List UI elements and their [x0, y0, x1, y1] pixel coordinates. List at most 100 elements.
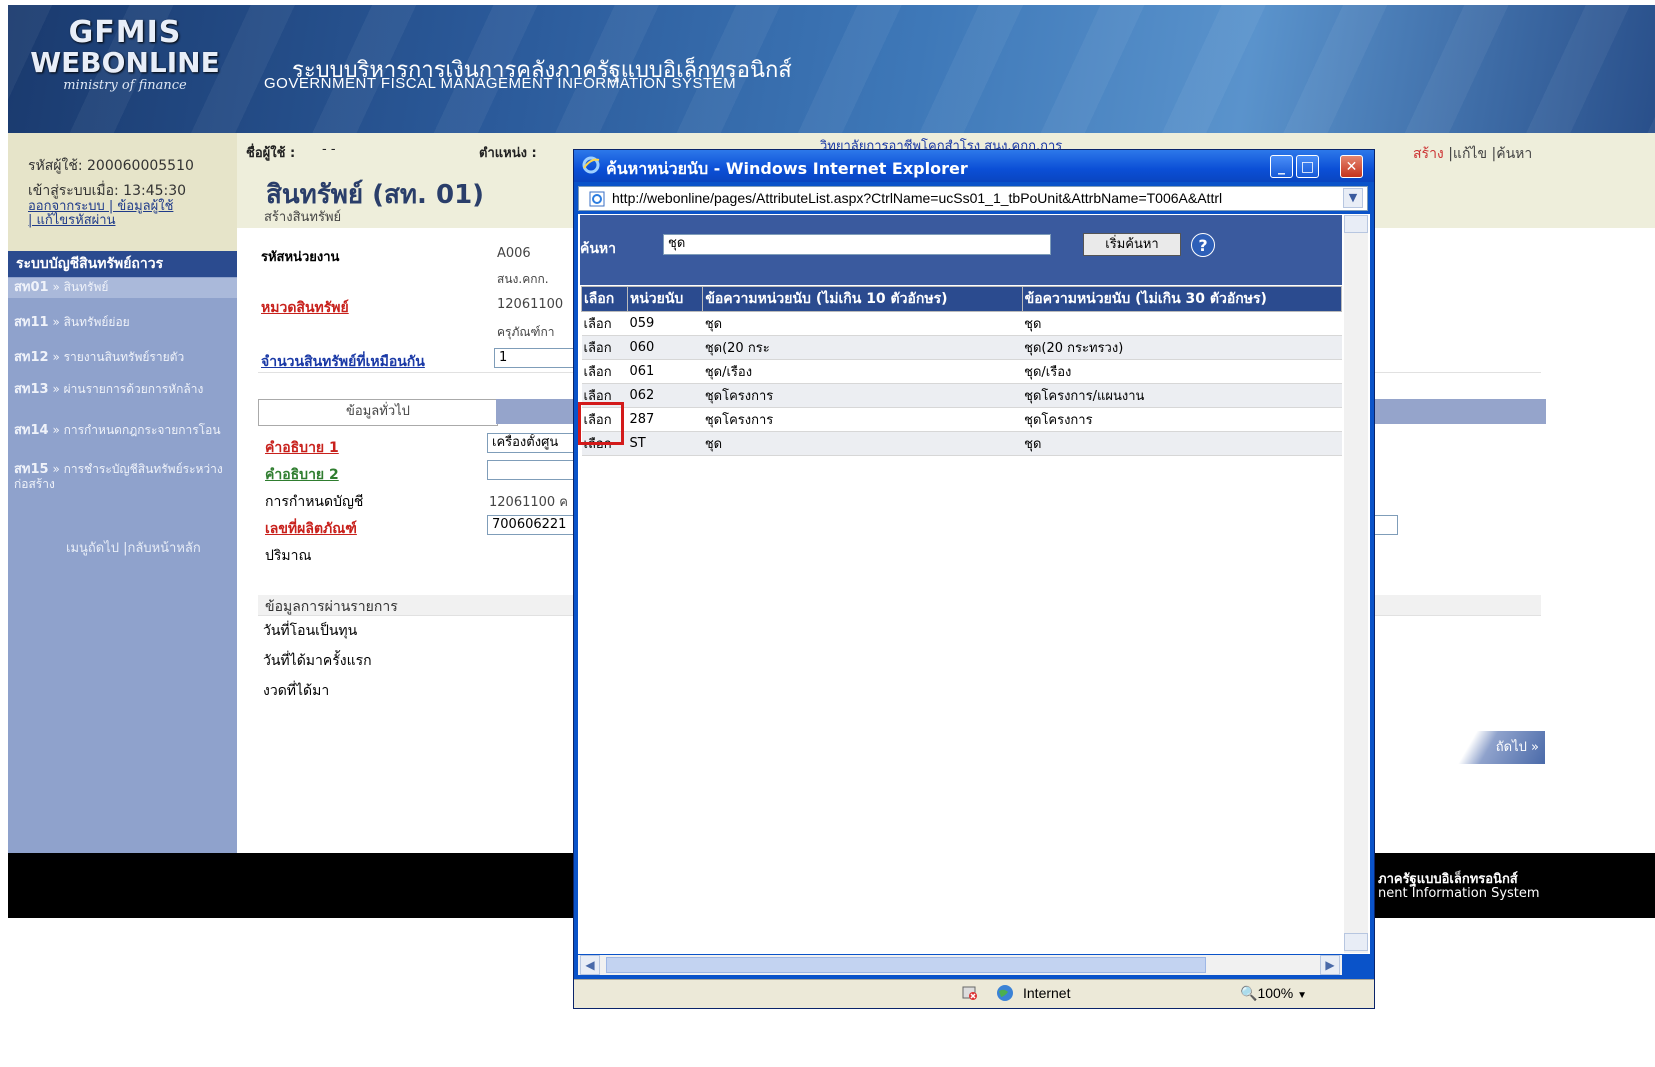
zoom-level: 100% — [1257, 985, 1294, 1001]
short-text-cell: ชุดโครงการ — [702, 407, 1023, 432]
logo-text-gfmis: GFMIS — [68, 15, 182, 50]
table-row: เลือก ST ชุด ชุด — [581, 431, 1342, 456]
tab-general[interactable]: ข้อมูลทั่วไป — [258, 399, 498, 426]
sidebar-item-code: สท15 — [14, 462, 49, 477]
logo-text-ministry: ministry of finance — [63, 78, 187, 93]
vertical-scrollbar[interactable] — [1344, 215, 1368, 953]
sidebar-item-code: สท01 — [14, 280, 49, 295]
quantity-label: ปริมาณ — [265, 548, 312, 564]
highlight-box — [578, 402, 624, 445]
serial-number-label: เลขที่ผลิตภัณฑ์ — [265, 521, 357, 537]
system-title-en: GOVERNMENT FISCAL MANAGEMENT INFORMATION… — [264, 75, 737, 92]
sidebar-item-st15[interactable]: สท15 » การชำระบัญชีสินทรัพย์ระหว่างก่อสร… — [8, 462, 237, 492]
unit-cell: 061 — [627, 359, 703, 384]
sidebar-bottom-links[interactable]: เมนูถัดไป |กลับหน้าหลัก — [66, 537, 201, 558]
scroll-left-icon[interactable]: ◀ — [580, 955, 600, 975]
scroll-up-icon[interactable] — [1344, 215, 1368, 233]
select-link[interactable]: เลือก — [581, 311, 628, 336]
table-header-row: เลือก หน่วยนับ ข้อความหน่วยนับ (ไม่เกิน … — [581, 286, 1343, 312]
user-code: รหัสผู้ใช้: 200060005510 — [28, 158, 194, 174]
column-header: เลือก — [581, 286, 628, 312]
sidebar-section-title: ระบบบัญชีสินทรัพย์ถาวร — [8, 251, 237, 277]
search-button[interactable]: เริ่มค้นหา — [1083, 233, 1181, 256]
capitalization-date-label: วันที่โอนเป็นทุน — [263, 623, 358, 639]
page-icon — [589, 191, 605, 207]
short-text-cell: ชุดโครงการ — [702, 383, 1023, 408]
edit-link[interactable]: |แก้ไข — [1448, 146, 1487, 162]
unit-code-label: รหัสหน่วยงาน — [261, 250, 340, 265]
sidebar-item-label: » ผ่านรายการด้วยการหักล้าง — [52, 382, 204, 396]
select-link[interactable]: เลือก — [581, 335, 628, 360]
next-button[interactable]: ถัดไป » — [1419, 731, 1545, 764]
sidebar-item-code: สท13 — [14, 382, 49, 397]
scroll-right-icon[interactable]: ▶ — [1320, 955, 1340, 975]
unit-cell: 059 — [627, 311, 703, 336]
sidebar-item-code: สท14 — [14, 423, 49, 438]
gfmis-logo: GFMIS WEBONLINE ministry of finance — [20, 18, 230, 116]
long-text-cell: ชุด — [1022, 311, 1342, 336]
acquisition-period-label: งวดที่ได้มา — [263, 683, 330, 699]
table-row: เลือก 059 ชุด ชุด — [581, 311, 1342, 336]
column-header: ข้อความหน่วยนับ (ไม่เกิน 30 ตัวอักษร) — [1021, 286, 1343, 312]
sidebar-item-st01[interactable]: สท01 » สินทรัพย์ — [8, 278, 237, 298]
sidebar-item-st12[interactable]: สท12 » รายงานสินทรัพย์รายตัว — [8, 350, 237, 365]
description2-input[interactable] — [487, 460, 579, 480]
page-subtitle: สร้างสินทรัพย์ — [264, 210, 342, 225]
user-name-value: - - — [322, 142, 336, 157]
results-table: เลือก หน่วยนับ ข้อความหน่วยนับ (ไม่เกิน … — [581, 286, 1343, 456]
sidebar-item-st13[interactable]: สท13 » ผ่านรายการด้วยการหักล้าง — [8, 382, 237, 397]
sidebar-item-code: สท12 — [14, 350, 49, 365]
search-input[interactable]: ชุด — [663, 234, 1051, 255]
logout-profile-link[interactable]: ออกจากระบบ | ข้อมูลผู้ใช้ — [28, 200, 173, 214]
description1-input[interactable]: เครื่องตั้งศูน — [487, 433, 579, 453]
help-icon[interactable]: ? — [1191, 233, 1215, 257]
sidebar-item-st11[interactable]: สท11 » สินทรัพย์ย่อย — [8, 315, 237, 330]
maximize-button[interactable]: □ — [1296, 155, 1319, 178]
same-asset-qty-input[interactable]: 1 — [494, 348, 579, 368]
zone-label: Internet — [1023, 985, 1071, 1001]
position-label: ตำแหน่ง : — [479, 146, 537, 161]
sidebar-item-st14[interactable]: สท14 » การกำหนดกฎกระจายการโอน — [8, 423, 237, 438]
globe-icon — [996, 984, 1014, 1002]
close-button[interactable]: ✕ — [1340, 155, 1363, 178]
sidebar-item-label: » การกำหนดกฎกระจายการโอน — [52, 423, 221, 437]
table-row: เลือก 062 ชุดโครงการ ชุดโครงการ/แผนงาน — [581, 383, 1342, 408]
long-text-cell: ชุด/เรือง — [1022, 359, 1342, 384]
chevron-down-icon[interactable]: ▼ — [1297, 990, 1307, 1001]
minimize-button[interactable]: _ — [1270, 155, 1293, 178]
unit-code-value: A006 — [497, 246, 531, 261]
posting-section-title: ข้อมูลการผ่านรายการ — [265, 599, 398, 615]
sidebar-item-code: สท11 — [14, 315, 49, 330]
chevron-down-icon[interactable]: ▼ — [1343, 188, 1363, 208]
table-row: เลือก 287 ชุดโครงการ ชุดโครงการ — [581, 407, 1342, 432]
sidebar-item-label: » สินทรัพย์ — [52, 280, 109, 294]
sidebar-account-links[interactable]: ออกจากระบบ | ข้อมูลผู้ใช้ | แก้ไขรหัสผ่า… — [28, 200, 173, 228]
asset-category-label[interactable]: หมวดสินทรัพย์ — [261, 297, 349, 319]
zoom-control[interactable]: 🔍100% ▼ — [1240, 985, 1307, 1002]
security-icon — [962, 985, 978, 1001]
select-link[interactable]: เลือก — [581, 359, 628, 384]
horizontal-scrollbar[interactable]: ◀ ▶ — [578, 955, 1342, 975]
create-link[interactable]: สร้าง — [1413, 146, 1444, 162]
search-link[interactable]: |ค้นหา — [1492, 146, 1533, 162]
change-password-link[interactable]: | แก้ไขรหัสผ่าน — [28, 214, 173, 228]
long-text-cell: ชุดโครงการ/แผนงาน — [1022, 383, 1342, 408]
search-label: ค้นหา — [580, 241, 617, 257]
user-name-label: ชื่อผู้ใช้ : — [246, 146, 296, 161]
same-asset-qty-label[interactable]: จำนวนสินทรัพย์ที่เหมือนกัน — [261, 351, 425, 373]
url-text[interactable]: http://webonline/pages/AttributeList.asp… — [612, 190, 1340, 206]
unit-cell: ST — [627, 431, 703, 456]
serial-number-input[interactable]: 700606221 — [487, 515, 579, 535]
first-acquisition-date-label: วันที่ได้มาครั้งแรก — [263, 653, 372, 669]
asset-category-desc: ครุภัณฑ์กา — [497, 325, 555, 339]
scrollbar-thumb[interactable] — [606, 957, 1206, 973]
scroll-down-icon[interactable] — [1344, 933, 1368, 951]
account-assign-label: การกำหนดบัญชี — [265, 494, 364, 510]
short-text-cell: ชุด/เรือง — [702, 359, 1023, 384]
unit-cell: 060 — [627, 335, 703, 360]
long-text-cell: ชุดโครงการ — [1022, 407, 1342, 432]
table-row: เลือก 060 ชุด(20 กระ ชุด(20 กระทรวง) — [581, 335, 1342, 360]
unit-name-value: สนง.คกก. — [497, 272, 549, 286]
short-text-cell: ชุด — [702, 431, 1023, 456]
description1-label: คำอธิบาย 1 — [265, 440, 339, 456]
